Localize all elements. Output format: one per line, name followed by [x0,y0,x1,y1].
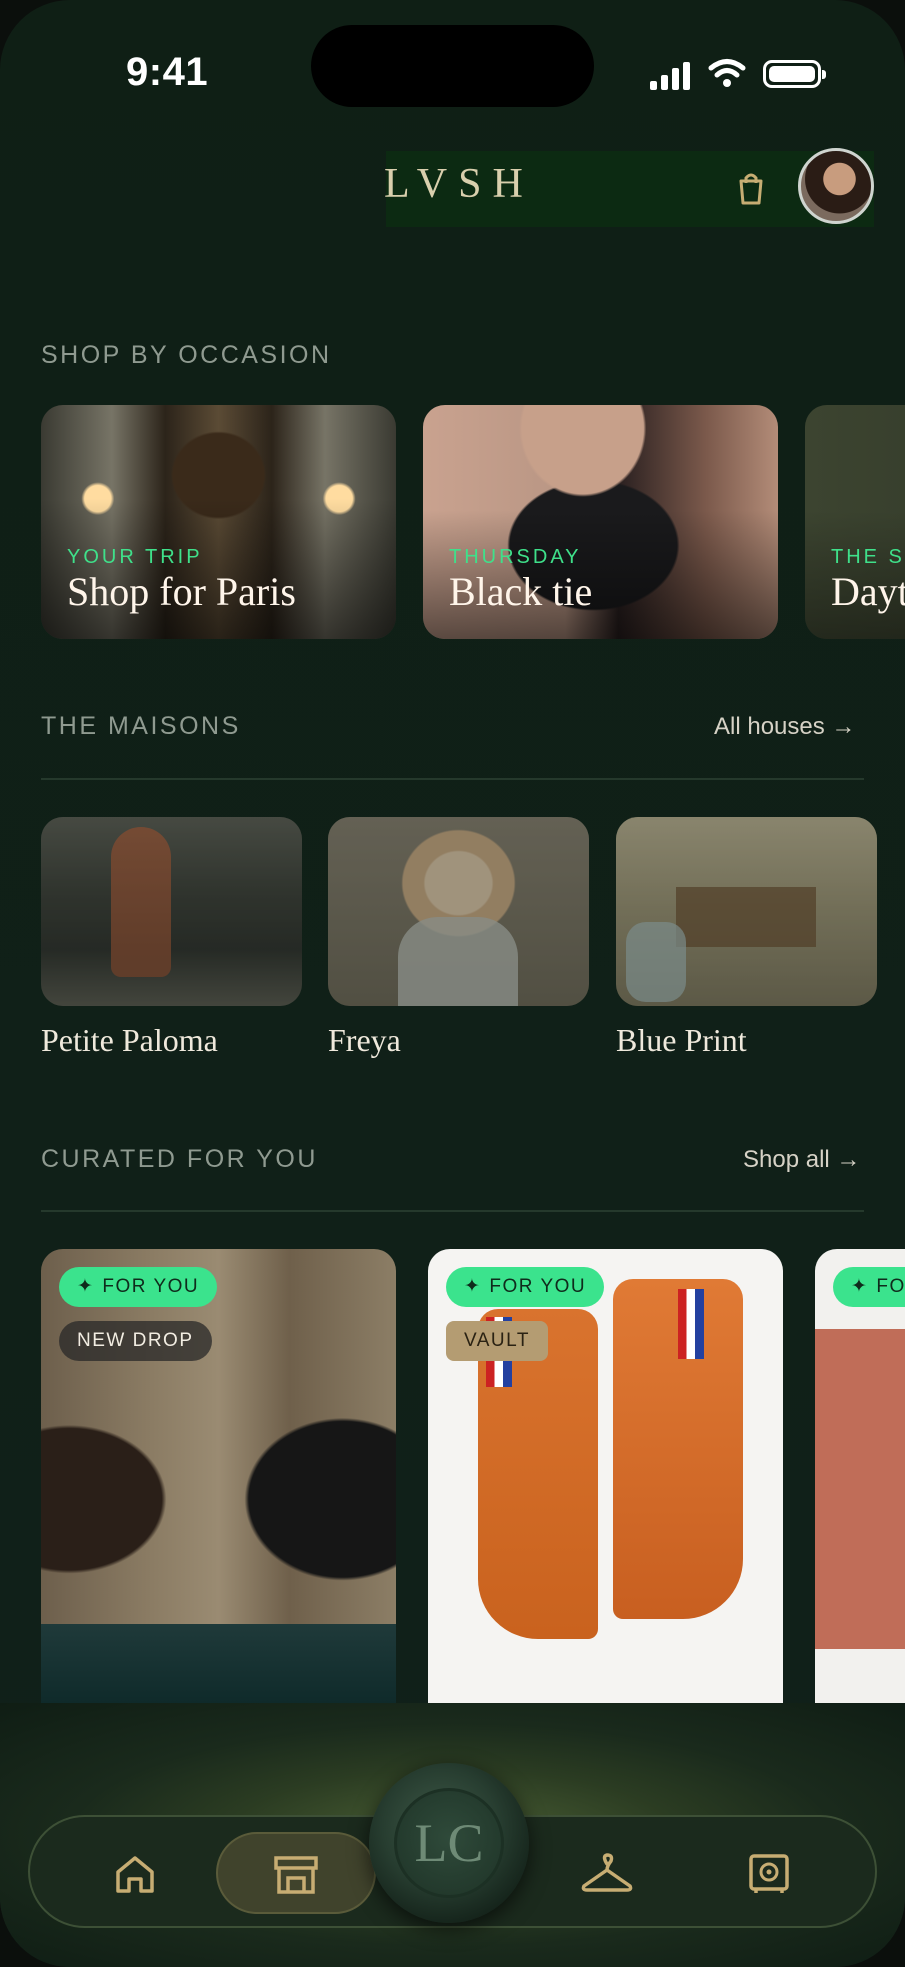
dynamic-island [311,25,594,107]
storefront-icon [274,1856,318,1894]
maison-image-blue-print[interactable] [616,817,877,1006]
nav-shop[interactable] [261,1839,331,1909]
divider [41,1210,864,1212]
occasion-card-paris[interactable]: YOUR TRIP Shop for Paris [41,405,396,639]
flag-inlay [678,1289,704,1359]
wax-seal-monogram: LC [394,1788,504,1898]
nav-wardrobe[interactable] [572,1839,642,1909]
for-you-badge: ✦ FOR YOU [446,1267,605,1307]
section-title-curated: CURATED FOR YOU [41,1145,318,1173]
vault-icon [749,1854,789,1893]
occasion-kicker: THURSDAY [449,546,582,568]
vault-tag: VAULT [446,1321,548,1361]
product-card[interactable]: ✦ FOR YOU VAULT [428,1249,783,1704]
product-card[interactable]: ✦ FO [815,1249,905,1704]
section-title-occasion: SHOP BY OCCASION [41,341,332,369]
maison-image-freya[interactable] [328,817,589,1006]
occasion-title: Black tie [449,569,593,614]
maison-name[interactable]: Petite Paloma [41,1022,218,1059]
maison-image-petite-paloma[interactable] [41,817,302,1006]
occasion-kicker: YOUR TRIP [67,546,203,568]
shopping-bag-icon[interactable] [736,171,766,205]
app-screen: 9:41 LVSH SHOP BY OCCASION YOUR TRIP Sho… [0,0,905,1967]
occasion-kicker: THE S [831,546,905,568]
shop-all-link[interactable]: Shop all → [743,1146,860,1174]
wifi-icon [708,59,746,87]
nav-home[interactable] [100,1839,170,1909]
divider [41,778,864,780]
sparkle-icon: ✦ [464,1276,482,1297]
hanger-icon [581,1853,633,1892]
section-title-maisons: THE MAISONS [41,712,241,740]
occasion-card-day[interactable]: THE S Dayt [805,405,905,639]
maison-name[interactable]: Freya [328,1022,401,1059]
status-time: 9:41 [126,50,209,94]
new-drop-tag: NEW DROP [59,1321,212,1361]
product-card[interactable]: ✦ FOR YOU NEW DROP [41,1249,396,1704]
home-icon [116,1856,154,1893]
maison-name[interactable]: Blue Print [616,1022,747,1059]
brand-logo[interactable]: LVSH [384,160,534,208]
battery-icon [763,60,826,88]
nav-vault[interactable] [734,1839,804,1909]
occasion-card-black-tie[interactable]: THURSDAY Black tie [423,405,778,639]
for-you-badge: ✦ FOR YOU [59,1267,218,1307]
sparkle-icon: ✦ [77,1276,95,1297]
sparkle-icon: ✦ [851,1276,869,1297]
occasion-title: Shop for Paris [67,569,296,614]
signal-icon [650,60,690,90]
profile-avatar[interactable] [798,148,874,224]
occasion-title: Dayt [831,569,905,614]
for-you-badge: ✦ FO [833,1267,905,1307]
all-houses-link[interactable]: All houses → [714,713,855,741]
